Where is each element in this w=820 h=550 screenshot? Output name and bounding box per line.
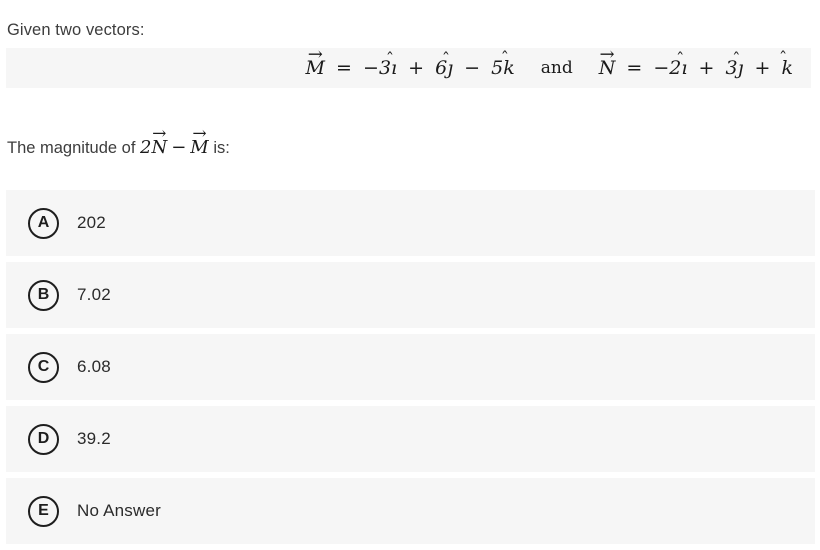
vector-n-term1-unit: ̂ı	[681, 59, 687, 78]
vector-n-term1-coeff: 2	[669, 57, 682, 79]
answer-option-a[interactable]: A 202	[6, 190, 815, 256]
answer-option-e[interactable]: E No Answer	[6, 478, 815, 544]
option-label: 202	[77, 213, 106, 232]
expression-vector-n: → N	[151, 125, 167, 157]
vector-n-equation: →N = −2̂ı + 3̂ȷ + ̂k	[598, 46, 793, 79]
vector-m-term1-unit: ̂ı	[391, 59, 397, 78]
option-letter-badge: B	[28, 279, 59, 311]
unit-k-letter: k	[781, 57, 793, 79]
vector-m-term3-unit: ̂k	[503, 59, 515, 78]
vector-arrow-icon: →	[152, 123, 167, 144]
vector-m-symbol: → M	[305, 46, 325, 79]
unit-i-letter: ı	[391, 57, 398, 79]
vector-m-equals: =	[336, 57, 352, 79]
option-letter-badge: A	[28, 207, 59, 239]
unit-j-letter: ȷ	[447, 57, 454, 79]
intro-text: Given two vectors:	[7, 21, 145, 39]
option-letter-badge: E	[28, 495, 59, 527]
expression-vector-m: → M	[190, 125, 208, 157]
expression-coefficient: 2	[140, 137, 152, 158]
option-label: 6.08	[77, 357, 111, 376]
magnitude-expression: 2 → N − → M	[140, 125, 209, 158]
vector-m-op2: −	[464, 57, 481, 79]
vector-m-term2-coeff: 6	[435, 57, 448, 79]
vector-m-equation: →M = −3̂ı + 6̂ȷ − 5̂k	[305, 46, 515, 79]
vector-m-term2-unit: ̂ȷ	[447, 59, 453, 78]
vector-n-symbol: → N	[598, 46, 616, 79]
question-prefix: The magnitude of	[7, 139, 140, 157]
option-letter-badge: D	[28, 423, 59, 455]
expression-minus: −	[171, 137, 187, 158]
option-label: 39.2	[77, 429, 111, 448]
vector-m-term1-coeff: 3	[378, 57, 392, 79]
vector-n-letter: N	[598, 57, 616, 79]
answer-option-c[interactable]: C 6.08	[6, 334, 815, 400]
vector-n-term2-coeff: 3	[725, 57, 738, 79]
vector-n-term1-sign: −	[653, 57, 670, 79]
vector-n-op2: +	[754, 57, 771, 79]
vector-n-op1: +	[698, 57, 715, 79]
vector-m-term1-sign: −	[363, 57, 379, 79]
question-text: The magnitude of 2 → N − → M is:	[7, 125, 230, 160]
option-letter-badge: C	[28, 351, 59, 383]
vector-n-equals: =	[626, 57, 643, 79]
unit-i-letter: ı	[681, 57, 688, 79]
unit-j-letter: ȷ	[737, 57, 744, 79]
answer-option-d[interactable]: D 39.2	[6, 406, 815, 472]
formula-band: →M = −3̂ı + 6̂ȷ − 5̂k and →N = −2̂ı + 3̂…	[6, 46, 811, 88]
option-label: No Answer	[77, 501, 162, 520]
option-label: 7.02	[77, 285, 111, 304]
vector-m-letter: M	[305, 57, 325, 79]
vector-arrow-icon: →	[192, 123, 207, 144]
answer-option-b[interactable]: B 7.02	[6, 262, 815, 328]
answer-options-list: A 202 B 7.02 C 6.08 D 39.2 E No Answer	[6, 190, 815, 550]
question-suffix: is:	[208, 139, 230, 157]
vector-m-op1: +	[408, 57, 425, 79]
unit-k-letter: k	[503, 57, 515, 79]
vector-m-term3-coeff: 5	[491, 57, 504, 79]
vector-n-term3-unit: ̂k	[781, 59, 793, 78]
vector-n-term2-unit: ̂ȷ	[738, 59, 744, 78]
formula-conjunction: and	[540, 58, 573, 78]
